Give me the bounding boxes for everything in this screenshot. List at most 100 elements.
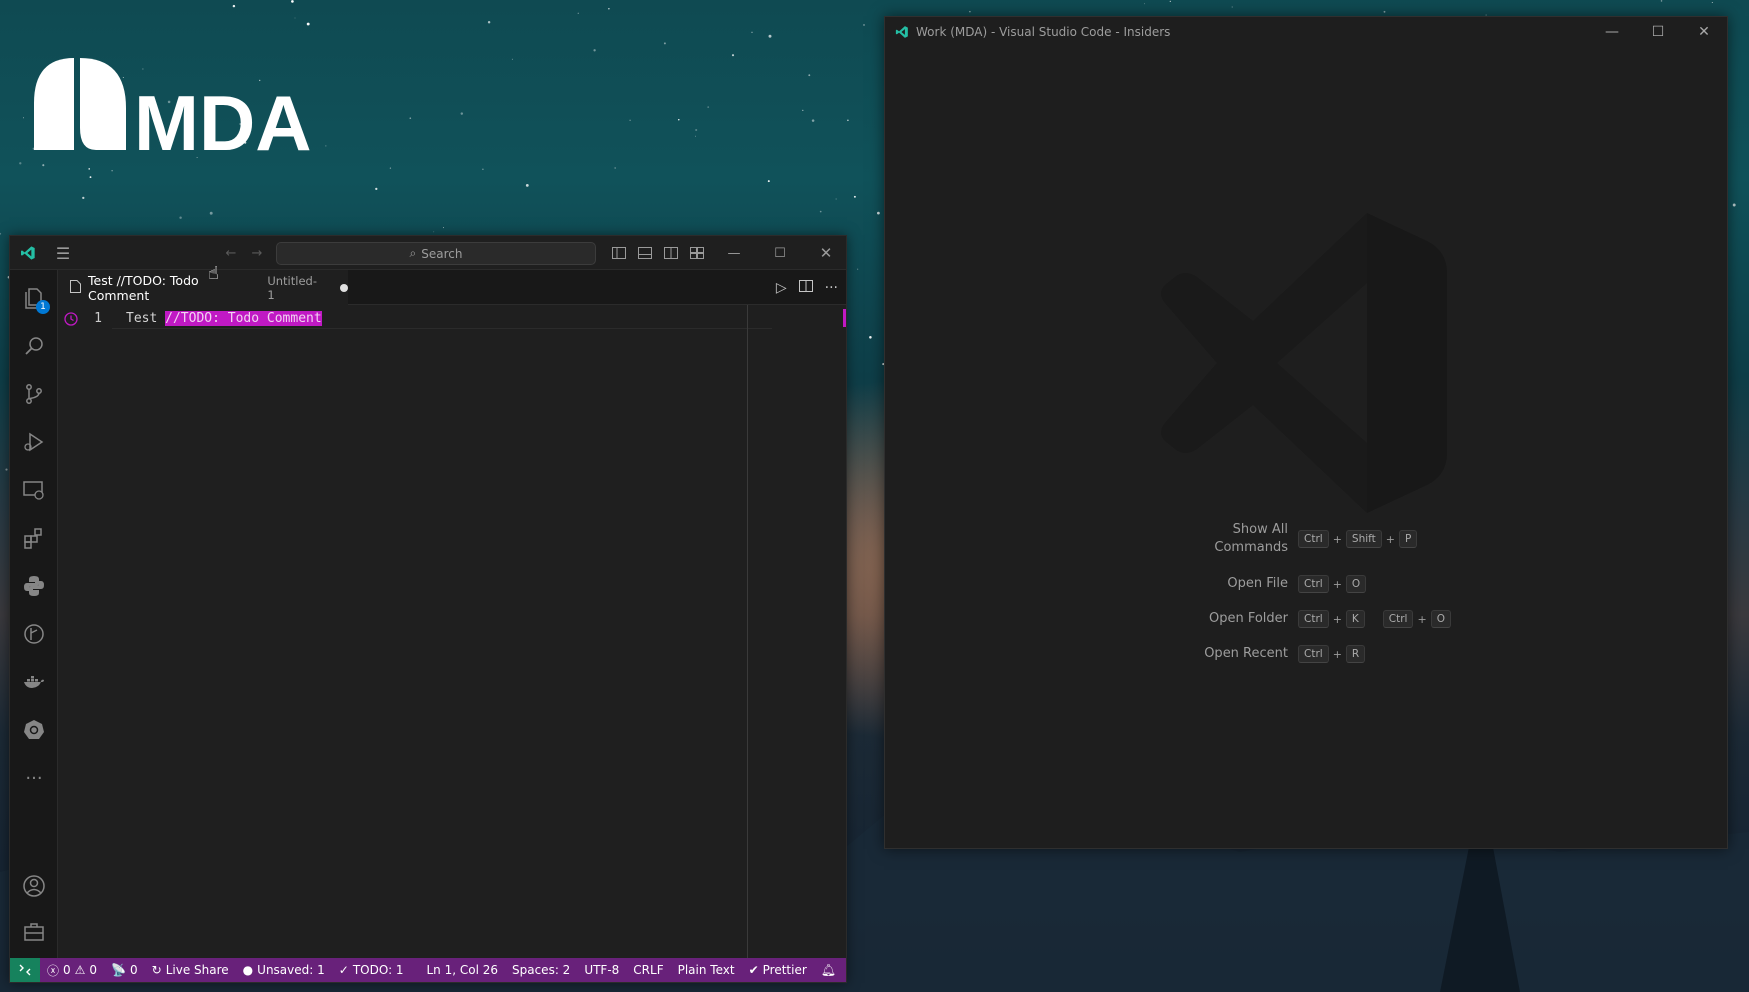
back-arrow-icon[interactable]: ←	[222, 244, 240, 262]
minimize-icon[interactable]: —	[722, 244, 746, 262]
shortcut-label: Show All Commands	[1214, 522, 1288, 555]
star	[1169, 0, 1171, 3]
ports-indicator[interactable]: 📡 0	[104, 963, 145, 977]
problems-indicator[interactable]: ⓧ 0 ⚠ 0	[40, 962, 104, 979]
cursor-position[interactable]: Ln 1, Col 26	[419, 963, 505, 977]
maximize-icon[interactable]: ☐	[768, 244, 792, 262]
close-icon[interactable]: ✕	[1681, 17, 1727, 47]
live-share-icon: ↻	[151, 963, 162, 977]
vscode-insiders-icon	[895, 26, 908, 38]
star	[835, 198, 837, 200]
star	[291, 0, 294, 3]
shortcut-row[interactable]: Open Folder Ctrl + K Ctrl + O	[885, 610, 1727, 628]
star	[82, 196, 85, 200]
star	[433, 231, 435, 233]
remote-indicator[interactable]	[10, 958, 40, 982]
star	[802, 109, 804, 112]
live-share-button[interactable]: ↻ Live Share	[145, 963, 236, 977]
star	[22, 117, 25, 119]
star	[877, 211, 880, 215]
keycap: Ctrl	[1382, 610, 1414, 628]
run-debug-icon[interactable]	[10, 420, 58, 464]
plus-separator: +	[1385, 532, 1395, 546]
indentation[interactable]: Spaces: 2	[505, 963, 577, 977]
customize-layout-icon[interactable]	[688, 244, 706, 262]
python-icon[interactable]	[10, 564, 58, 608]
star	[808, 74, 811, 77]
docker-icon[interactable]	[10, 660, 58, 704]
star	[375, 187, 378, 191]
star	[863, 24, 865, 26]
star	[819, 210, 822, 213]
toggle-primary-sidebar-icon[interactable]	[610, 244, 628, 262]
search-icon: ⌕	[409, 246, 417, 260]
language-mode[interactable]: Plain Text	[671, 963, 742, 977]
more-icon[interactable]: ···	[10, 756, 58, 800]
explorer-badge: 1	[36, 300, 50, 314]
line-text: Test //TODO: Todo Comment	[126, 311, 322, 326]
keycap: Ctrl	[1298, 610, 1329, 628]
explorer-icon[interactable]: 1	[10, 276, 58, 320]
accounts-icon[interactable]	[10, 864, 58, 908]
svg-text:MDA: MDA	[134, 79, 312, 158]
encoding[interactable]: UTF-8	[577, 963, 626, 977]
mda-logo: MDA	[34, 58, 312, 158]
star	[731, 54, 735, 57]
tab-untitled-1[interactable]: Test //TODO: Todo Comment Untitled-1	[58, 270, 349, 305]
line-ending[interactable]: CRLF	[626, 963, 670, 977]
star	[857, 268, 859, 270]
star	[608, 8, 610, 10]
notifications-bell-icon[interactable]: 🔔︎	[814, 963, 846, 977]
run-icon[interactable]: ▷	[776, 280, 787, 296]
kubernetes-icon[interactable]	[10, 708, 58, 752]
todo-indicator[interactable]: ✓ TODO: 1	[332, 963, 411, 977]
check-icon: ✓	[338, 963, 349, 977]
star	[577, 12, 579, 14]
circle-icon: ●	[242, 963, 254, 977]
star	[847, 119, 849, 122]
toolbox-icon[interactable]	[10, 910, 58, 954]
star	[482, 168, 484, 171]
plus-separator: +	[1332, 532, 1342, 546]
prettier-status[interactable]: ✔ Prettier	[742, 963, 814, 977]
star	[5, 468, 8, 471]
unsaved-dot-icon[interactable]	[340, 283, 349, 292]
toggle-secondary-sidebar-icon[interactable]	[662, 244, 680, 262]
hand-cursor-icon: ☝	[208, 263, 219, 284]
keycap: O	[1430, 610, 1451, 628]
star	[209, 211, 213, 215]
forward-arrow-icon[interactable]: →	[248, 244, 266, 262]
star	[1231, 6, 1233, 8]
shortcut-row[interactable]: Open File Ctrl + O	[885, 575, 1727, 593]
minimize-icon[interactable]: —	[1589, 17, 1635, 47]
shortcut-keys: Ctrl + K Ctrl + O	[1298, 610, 1451, 628]
source-control-icon[interactable]	[10, 372, 58, 416]
close-icon[interactable]: ✕	[814, 244, 838, 262]
scrollbar-todo-marker	[843, 309, 846, 327]
git-graph-icon[interactable]	[10, 612, 58, 656]
more-actions-icon[interactable]: ···	[825, 280, 838, 296]
editor-ruler	[747, 305, 748, 958]
unsaved-indicator[interactable]: ● Unsaved: 1	[236, 963, 332, 977]
command-center-search[interactable]: ⌕ Search	[276, 242, 596, 265]
maximize-icon[interactable]: ☐	[1635, 17, 1681, 47]
editor-area: Test //TODO: Todo Comment Untitled-1 ▷ ·…	[58, 270, 846, 958]
plus-separator: +	[1332, 647, 1342, 661]
remote-explorer-icon[interactable]	[10, 468, 58, 512]
menu-icon[interactable]: ☰	[52, 244, 74, 263]
star	[768, 34, 772, 38]
shortcut-row[interactable]: Show All Commands Ctrl + Shift + P	[885, 521, 1727, 557]
split-editor-icon[interactable]	[798, 279, 813, 297]
star	[443, 227, 444, 229]
toggle-panel-icon[interactable]	[636, 244, 654, 262]
extensions-icon[interactable]	[10, 516, 58, 560]
star	[1660, 0, 1663, 2]
shortcut-keys: Ctrl + O	[1298, 575, 1367, 593]
shortcut-label: Open File	[1227, 576, 1288, 591]
star	[88, 168, 90, 170]
shortcut-row[interactable]: Open Recent Ctrl + R	[885, 645, 1727, 663]
shortcut-keys: Ctrl + Shift + P	[1298, 530, 1418, 548]
code-editor[interactable]: 1 Test //TODO: Todo Comment	[58, 305, 846, 958]
search-icon[interactable]	[10, 324, 58, 368]
star	[232, 4, 236, 8]
